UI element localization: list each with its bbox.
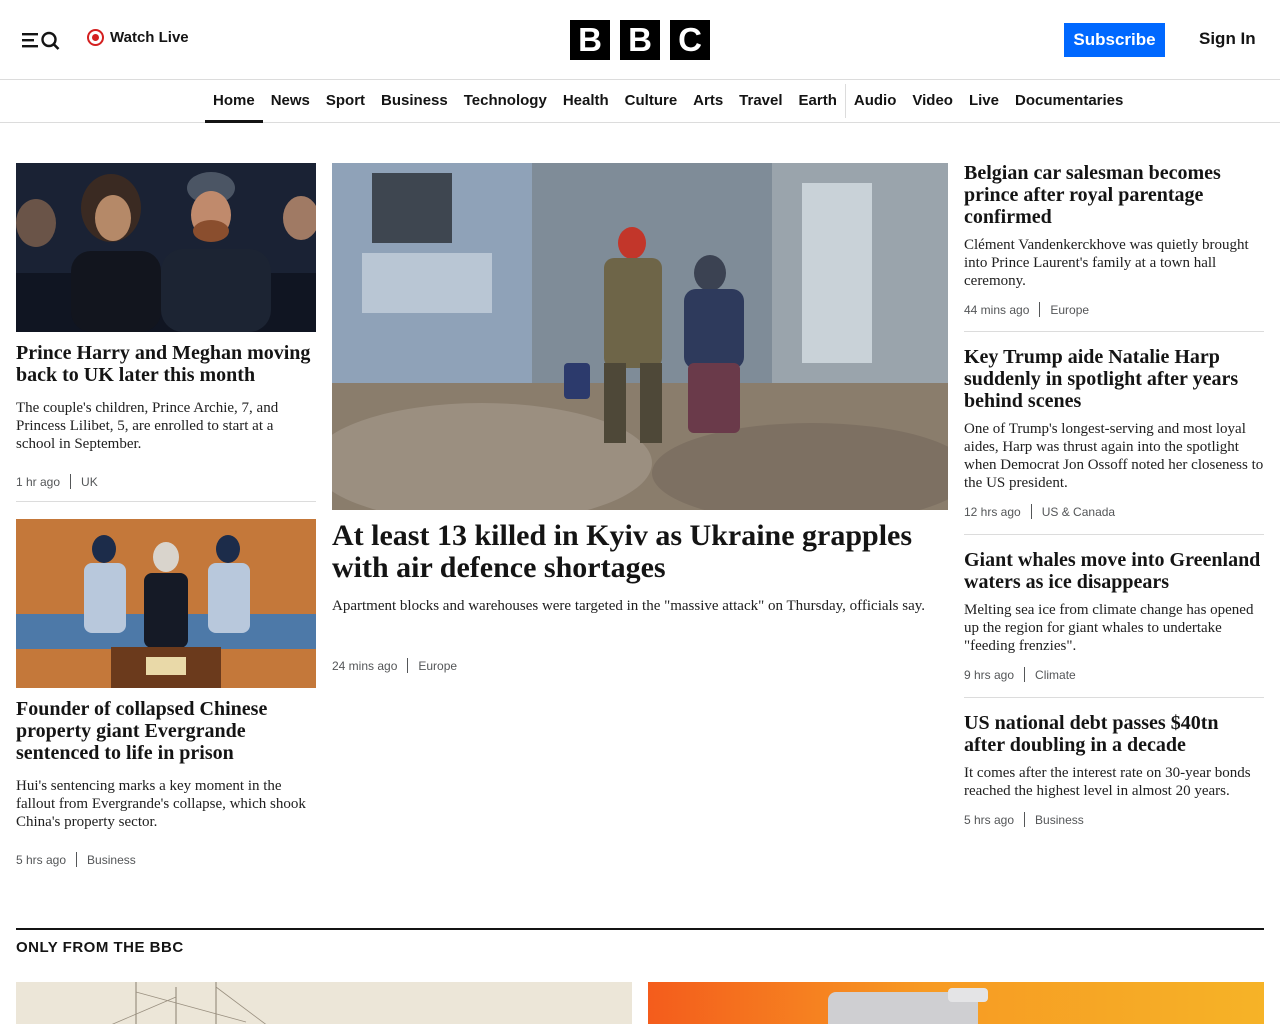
story-headline[interactable]: Key Trump aide Natalie Harp suddenly in … (964, 346, 1264, 412)
lead-story-headline[interactable]: At least 13 killed in Kyiv as Ukraine gr… (332, 520, 948, 584)
nav-list: Home News Sport Business Technology Heal… (205, 80, 1131, 123)
story-section[interactable]: Business (1035, 813, 1084, 827)
photo-placeholder-icon (16, 163, 316, 332)
nav-item-audio[interactable]: Audio (846, 80, 905, 122)
promo-image-ship[interactable] (16, 982, 632, 1024)
photo-placeholder-icon (16, 519, 316, 688)
story-headline[interactable]: Belgian car salesman becomes prince afte… (964, 162, 1264, 228)
nav-item-arts[interactable]: Arts (685, 80, 731, 122)
story-meta: 5 hrs ago Business (16, 852, 136, 867)
story-section[interactable]: Europe (418, 659, 457, 673)
nav-item-culture[interactable]: Culture (617, 80, 686, 122)
story-meta: 5 hrs ago Business (964, 812, 1264, 827)
nav-item-video[interactable]: Video (904, 80, 961, 122)
lead-story-summary: Apartment blocks and warehouses were tar… (332, 598, 926, 614)
story-section[interactable]: US & Canada (1042, 505, 1115, 519)
story-section[interactable]: Business (87, 853, 136, 867)
meta-divider (1024, 667, 1026, 682)
story-headline[interactable]: Giant whales move into Greenland waters … (964, 549, 1264, 593)
bbc-logo[interactable]: B B C (570, 20, 710, 60)
logo-letter: B (570, 20, 610, 60)
menu-icon (22, 31, 60, 50)
main-nav: Home News Sport Business Technology Heal… (0, 80, 1280, 123)
nav-item-sport[interactable]: Sport (318, 80, 373, 122)
nav-item-travel[interactable]: Travel (731, 80, 790, 122)
story-meta: 44 mins ago Europe (964, 302, 1264, 317)
story-meta: 24 mins ago Europe (332, 658, 457, 673)
menu-search-button[interactable] (20, 27, 64, 53)
story-image-evergrande[interactable] (16, 519, 316, 688)
nav-item-home[interactable]: Home (205, 80, 263, 123)
story-image-harry-meghan[interactable] (16, 163, 316, 332)
story-meta: 12 hrs ago US & Canada (964, 504, 1264, 519)
story-divider (964, 697, 1264, 698)
meta-divider (1039, 302, 1041, 317)
meta-divider (407, 658, 409, 673)
meta-divider (76, 852, 78, 867)
story-meta: 9 hrs ago Climate (964, 667, 1264, 682)
live-icon (87, 29, 104, 46)
promo-image-orange[interactable] (648, 982, 1264, 1024)
watch-live-label: Watch Live (110, 29, 189, 46)
story-section[interactable]: Europe (1050, 303, 1089, 317)
story-summary: One of Trump's longest-serving and most … (964, 421, 1264, 491)
story-summary: Hui's sentencing marks a key moment in t… (16, 778, 306, 830)
subscribe-button[interactable]: Subscribe (1064, 23, 1165, 57)
nav-item-earth[interactable]: Earth (791, 80, 845, 122)
nav-item-business[interactable]: Business (373, 80, 456, 122)
site-header: Watch Live B B C Subscribe Sign In (0, 0, 1280, 80)
story-card[interactable]: Key Trump aide Natalie Harp suddenly in … (964, 346, 1264, 519)
ship-illustration-icon (16, 982, 632, 1024)
nav-item-documentaries[interactable]: Documentaries (1007, 80, 1131, 122)
meta-divider (1030, 504, 1032, 519)
story-divider (16, 501, 316, 502)
story-time: 24 mins ago (332, 658, 398, 673)
nav-item-technology[interactable]: Technology (456, 80, 555, 122)
story-section[interactable]: UK (81, 475, 98, 489)
story-image-kyiv[interactable] (332, 163, 948, 510)
story-summary: Clément Vandenkerckhove was quietly brou… (964, 237, 1249, 289)
story-time: 5 hrs ago (16, 852, 67, 867)
nav-item-health[interactable]: Health (555, 80, 617, 122)
nav-item-live[interactable]: Live (961, 80, 1007, 122)
sign-in-link[interactable]: Sign In (1199, 29, 1256, 49)
story-time: 5 hrs ago (964, 812, 1015, 827)
story-time: 12 hrs ago (964, 504, 1021, 519)
story-divider (964, 534, 1264, 535)
story-card[interactable]: Belgian car salesman becomes prince afte… (964, 162, 1264, 317)
section-rule (16, 928, 1264, 930)
story-time: 44 mins ago (964, 302, 1030, 317)
logo-letter: B (620, 20, 660, 60)
story-section[interactable]: Climate (1035, 668, 1076, 682)
meta-divider (70, 474, 72, 489)
section-title: ONLY FROM THE BBC (16, 939, 184, 956)
meta-divider (1024, 812, 1026, 827)
story-card[interactable]: US national debt passes $40tn after doub… (964, 712, 1264, 827)
story-time: 9 hrs ago (964, 667, 1015, 682)
story-divider (964, 331, 1264, 332)
logo-letter: C (670, 20, 710, 60)
story-card[interactable]: Giant whales move into Greenland waters … (964, 549, 1264, 682)
story-time: 1 hr ago (16, 474, 61, 489)
story-headline[interactable]: Founder of collapsed Chinese property gi… (16, 698, 316, 764)
story-summary: It comes after the interest rate on 30-y… (964, 765, 1251, 799)
watch-live-link[interactable]: Watch Live (87, 29, 189, 46)
story-summary: The couple's children, Prince Archie, 7,… (16, 400, 279, 452)
pill-pack-illustration-icon (828, 988, 988, 1024)
nav-item-news[interactable]: News (263, 80, 318, 122)
story-headline[interactable]: US national debt passes $40tn after doub… (964, 712, 1264, 756)
story-summary: Melting sea ice from climate change has … (964, 602, 1254, 654)
story-headline[interactable]: Prince Harry and Meghan moving back to U… (16, 342, 316, 386)
story-meta: 1 hr ago UK (16, 474, 98, 489)
photo-placeholder-icon (332, 163, 948, 510)
